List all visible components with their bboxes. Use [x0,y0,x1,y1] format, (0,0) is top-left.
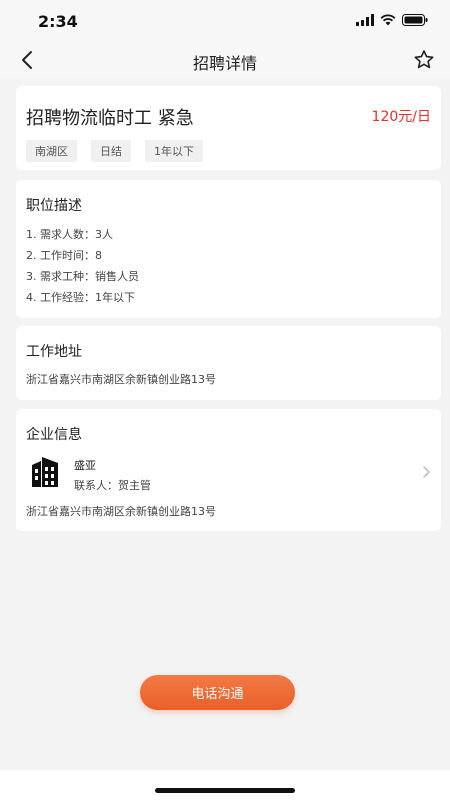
job-tags: 南湖区 日结 1年以下 [26,140,203,162]
list-item: 1. 需求人数：3人 [26,228,113,241]
address-text: 浙江省嘉兴市南湖区余新镇创业路13号 [26,373,216,386]
nav-bar: 招聘详情 [0,44,450,78]
star-icon[interactable] [412,48,436,72]
battery-icon [402,14,428,26]
list-item: 3. 需求工种：销售人员 [26,270,139,283]
description-title: 职位描述 [26,198,82,214]
status-icons [356,14,428,26]
status-bar: 2:34 [0,0,450,44]
chevron-right-icon[interactable] [419,465,433,479]
home-indicator [155,788,295,793]
list-item: 2. 工作时间：8 [26,249,102,262]
page-title: 招聘详情 [192,54,257,73]
address-title: 工作地址 [26,344,82,360]
company-name: 盛亚 [74,459,96,472]
job-title: 招聘物流临时工 紧急 [26,108,194,129]
description-list: 1. 需求人数：3人 2. 工作时间：8 3. 需求工种：销售人员 4. 工作经… [26,224,139,308]
work-address-card: 工作地址 浙江省嘉兴市南湖区余新镇创业路13号 [16,326,441,400]
list-item: 4. 工作经验：1年以下 [26,291,135,304]
company-info-card[interactable]: 企业信息 盛亚 联系人：贺主管 浙江省嘉兴市南湖区余新镇创业路13号 [16,409,441,531]
job-description-card: 职位描述 1. 需求人数：3人 2. 工作时间：8 3. 需求工种：销售人员 4… [16,180,441,318]
call-button[interactable]: 电话沟通 [140,675,295,710]
company-title: 企业信息 [26,427,82,443]
bottom-safe-area [0,770,450,800]
signal-icon [356,14,374,26]
status-time: 2:34 [38,12,78,31]
job-summary-card: 招聘物流临时工 紧急 120元/日 南湖区 日结 1年以下 [16,86,441,170]
company-building-icon [32,457,58,487]
tag-experience: 1年以下 [145,140,203,162]
job-salary: 120元/日 [371,109,431,125]
company-address: 浙江省嘉兴市南湖区余新镇创业路13号 [26,505,216,518]
tag-district: 南湖区 [26,140,77,162]
wifi-icon [380,14,396,26]
tag-payment: 日结 [91,140,131,162]
company-contact: 联系人：贺主管 [74,479,151,492]
